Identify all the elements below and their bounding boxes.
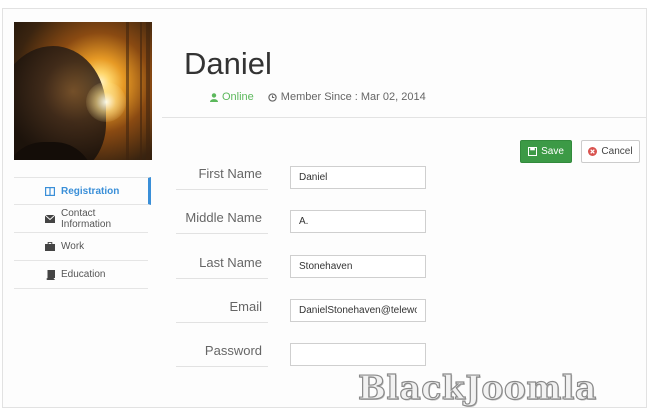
email-label: Email — [176, 299, 268, 323]
sidebar-item-label: Work — [61, 241, 85, 252]
middle-name-input[interactable] — [290, 210, 426, 233]
book-icon — [45, 269, 55, 280]
status-text: Online — [222, 91, 254, 103]
last-name-row: Last Name — [176, 255, 436, 295]
sidebar-item-contact-information[interactable]: Contact Information — [14, 205, 148, 233]
online-status: Online — [210, 91, 254, 103]
profile-photo — [14, 22, 152, 160]
profile-name: Daniel — [184, 46, 272, 81]
member-since: Member Since : Mar 02, 2014 — [268, 91, 426, 103]
first-name-row: First Name — [176, 166, 436, 206]
password-label: Password — [176, 343, 268, 367]
sidebar-item-label: Contact Information — [61, 207, 112, 230]
watermark-logo: BlackJoomla — [357, 367, 597, 407]
briefcase-icon — [45, 242, 55, 252]
first-name-input[interactable] — [290, 166, 426, 189]
floppy-disk-icon — [528, 147, 538, 156]
last-name-input[interactable] — [290, 255, 426, 278]
close-circle-icon — [588, 147, 598, 156]
sidebar-item-education[interactable]: Education — [14, 261, 148, 289]
sidebar-item-work[interactable]: Work — [14, 233, 148, 261]
profile-meta: Online Member Since : Mar 02, 2014 — [210, 91, 426, 103]
envelope-icon — [45, 214, 55, 224]
first-name-label: First Name — [176, 166, 268, 190]
columns-icon — [45, 186, 55, 196]
middle-name-label: Middle Name — [176, 210, 268, 234]
cancel-label: Cancel — [601, 146, 633, 157]
save-label: Save — [541, 146, 564, 157]
clock-icon — [268, 92, 277, 102]
user-icon — [210, 92, 218, 102]
save-button[interactable]: Save — [520, 140, 572, 163]
header-divider — [162, 117, 646, 118]
email-row: Email — [176, 299, 436, 339]
cancel-button[interactable]: Cancel — [581, 140, 640, 163]
email-input[interactable] — [290, 299, 426, 322]
member-since-text: Member Since : Mar 02, 2014 — [280, 91, 426, 103]
middle-name-row: Middle Name — [176, 210, 436, 250]
password-input[interactable] — [290, 343, 426, 366]
sidebar-item-label: Registration — [61, 185, 120, 197]
sidebar-item-registration[interactable]: Registration — [14, 177, 151, 205]
sidebar-nav: Registration Contact Information Work Ed… — [14, 177, 151, 289]
last-name-label: Last Name — [176, 255, 268, 279]
sidebar-item-label: Education — [61, 269, 106, 280]
